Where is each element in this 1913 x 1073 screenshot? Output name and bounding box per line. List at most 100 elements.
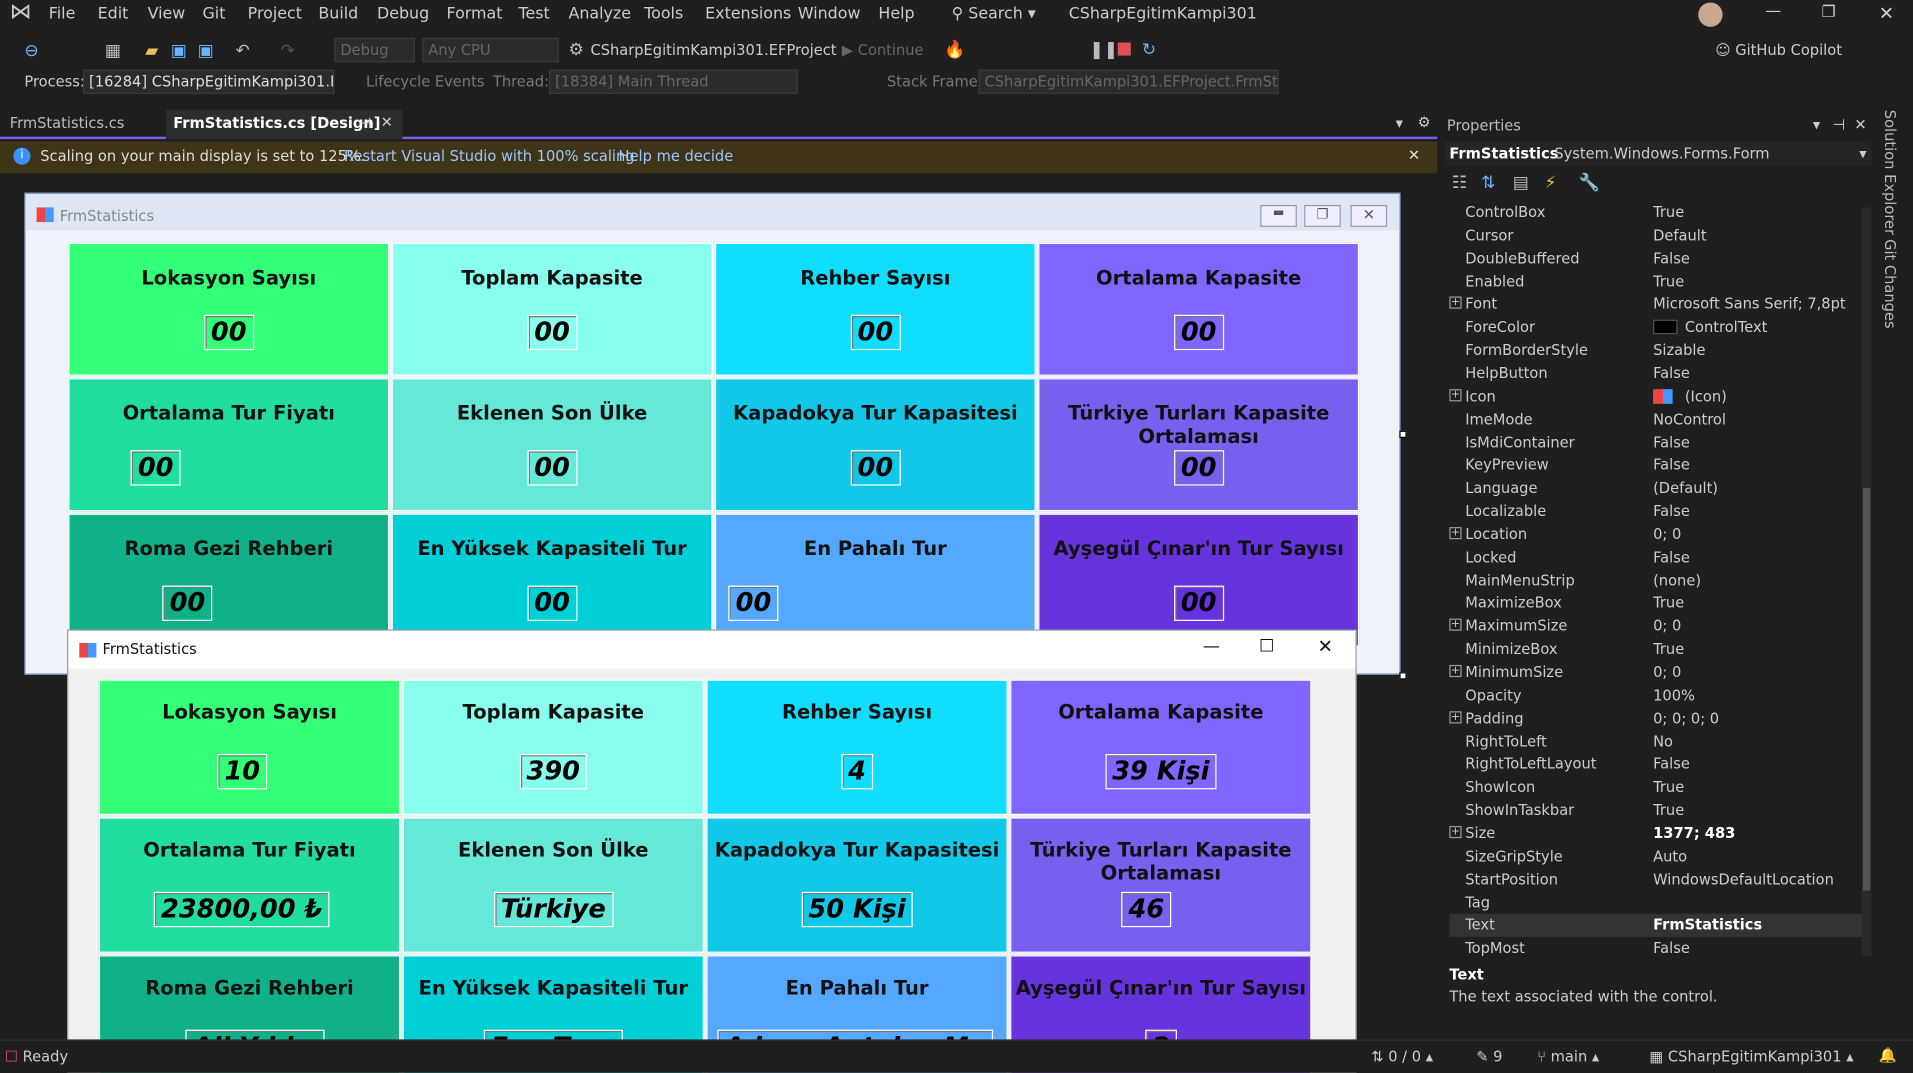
menu-format[interactable]: Format <box>447 5 503 23</box>
property-value[interactable]: 0; 0 <box>1653 618 1681 635</box>
pause-icon[interactable]: ❚❚ <box>1089 40 1118 60</box>
property-row[interactable]: Locked False <box>1449 546 1864 569</box>
property-row[interactable]: + Font Microsoft Sans Serif; 7,8pt <box>1449 293 1864 316</box>
property-row[interactable]: Language (Default) <box>1449 477 1864 500</box>
expand-icon[interactable]: + <box>1449 526 1462 540</box>
property-value[interactable]: 1377; 483 <box>1653 825 1735 842</box>
property-row[interactable]: Text FrmStatistics <box>1449 914 1865 938</box>
expand-icon[interactable]: + <box>1449 664 1462 678</box>
designer-form[interactable]: FrmStatistics ▬ ❐ ✕ Lokasyon Sayısı 00 Top… <box>24 192 1401 675</box>
property-value[interactable]: No <box>1653 733 1673 750</box>
git-changes-status[interactable]: ⇅ 0 / 0 ▴ <box>1371 1048 1433 1065</box>
property-row[interactable]: + Location 0; 0 <box>1449 523 1864 546</box>
property-row[interactable]: + MaximumSize 0; 0 <box>1449 615 1864 638</box>
menu-project[interactable]: Project <box>248 5 302 23</box>
configuration-dropdown[interactable]: Debug <box>334 37 415 63</box>
copilot-button[interactable]: ☺ GitHub Copilot <box>1715 41 1842 58</box>
property-row[interactable]: ShowIcon True <box>1449 776 1864 799</box>
property-row[interactable]: + Padding 0; 0; 0; 0 <box>1449 707 1864 730</box>
property-row[interactable]: ImeMode NoControl <box>1449 408 1864 431</box>
pin-icon[interactable]: ⊣ <box>359 115 372 132</box>
menu-build[interactable]: Build <box>318 5 358 23</box>
tab-design[interactable]: FrmStatistics.cs [Design] ⊣ ✕ <box>165 109 403 140</box>
menu-tools[interactable]: Tools <box>644 5 683 23</box>
property-value[interactable]: FrmStatistics <box>1653 917 1762 934</box>
startup-project-dropdown[interactable]: CSharpEgitimKampi301.EFProject <box>590 41 836 58</box>
property-scrollbar[interactable] <box>1861 207 1872 957</box>
menu-git[interactable]: Git <box>203 5 226 23</box>
property-row[interactable]: Tag <box>1449 891 1864 914</box>
events-icon[interactable]: ⚡ <box>1545 173 1557 193</box>
property-row[interactable]: + Icon (Icon) <box>1449 385 1864 408</box>
property-value[interactable]: Microsoft Sans Serif; 7,8pt <box>1653 296 1846 313</box>
property-row[interactable]: MainMenuStrip (none) <box>1449 569 1864 592</box>
categorized-icon[interactable]: ☷ <box>1452 173 1467 193</box>
property-value[interactable]: True <box>1653 779 1684 796</box>
continue-button[interactable]: ▶ Continue <box>842 41 924 58</box>
property-row[interactable]: Enabled True <box>1449 270 1864 293</box>
alphabetical-icon[interactable]: ⇅ <box>1481 173 1495 193</box>
property-value[interactable]: False <box>1653 434 1690 451</box>
menu-window[interactable]: Window <box>798 5 861 23</box>
property-row[interactable]: ShowInTaskbar True <box>1449 799 1864 822</box>
settings-icon[interactable]: ⚙ <box>1418 113 1431 130</box>
properties-pin-icon[interactable]: ⊣ <box>1832 116 1845 133</box>
property-value[interactable]: WindowsDefaultLocation <box>1653 871 1834 888</box>
search-button[interactable]: ⚲ Search ▾ <box>952 5 1036 23</box>
project-status[interactable]: ▦ CSharpEgitimKampi301 ▴ <box>1649 1048 1853 1065</box>
object-selector[interactable]: FrmStatistics System.Windows.Forms.Form … <box>1444 141 1872 166</box>
minimize-icon[interactable]: — <box>1765 2 1781 20</box>
menu-extensions[interactable]: Extensions <box>705 5 791 23</box>
stack-frame-dropdown[interactable]: CSharpEgitimKampi301.EFProject.FrmStat <box>978 69 1279 94</box>
property-value[interactable]: True <box>1653 595 1684 612</box>
close-icon[interactable]: ✕ <box>1879 2 1894 24</box>
runtime-maximize-icon[interactable]: ☐ <box>1259 637 1274 657</box>
expand-icon[interactable]: + <box>1449 296 1462 310</box>
property-row[interactable]: SizeGripStyle Auto <box>1449 845 1864 868</box>
runtime-close-icon[interactable]: ✕ <box>1318 636 1333 658</box>
redo-icon[interactable]: ↷ <box>281 41 295 61</box>
save-icon[interactable]: ▣ <box>171 41 187 61</box>
lifecycle-events[interactable]: Lifecycle Events <box>366 73 484 90</box>
menu-help[interactable]: Help <box>878 5 914 23</box>
property-value[interactable]: False <box>1653 365 1690 382</box>
property-value[interactable]: True <box>1653 273 1684 290</box>
property-row[interactable]: DoubleBuffered False <box>1449 247 1864 270</box>
property-value[interactable]: 100% <box>1653 687 1695 704</box>
property-value[interactable]: Sizable <box>1653 342 1705 359</box>
close-tab-icon[interactable]: ✕ <box>381 113 393 130</box>
property-row[interactable]: Localizable False <box>1449 500 1864 523</box>
property-row[interactable]: + MinimumSize 0; 0 <box>1449 661 1864 684</box>
tab-overflow-icon[interactable]: ▾ <box>1396 115 1403 132</box>
property-row[interactable]: RightToLeft No <box>1449 730 1864 753</box>
menu-test[interactable]: Test <box>519 5 550 23</box>
property-value[interactable]: False <box>1653 503 1690 520</box>
expand-icon[interactable]: + <box>1449 388 1462 402</box>
expand-icon[interactable]: + <box>1449 710 1462 724</box>
property-value[interactable]: 0; 0; 0; 0 <box>1653 710 1719 727</box>
menu-analyze[interactable]: Analyze <box>569 5 632 23</box>
stop-icon[interactable]: ■ <box>1116 39 1132 59</box>
dismiss-icon[interactable]: ✕ <box>1408 146 1420 163</box>
property-value[interactable]: (none) <box>1653 572 1701 589</box>
property-value[interactable]: False <box>1653 457 1690 474</box>
properties-icon[interactable]: ▤ <box>1513 173 1529 193</box>
property-value[interactable]: False <box>1653 940 1690 957</box>
property-value[interactable]: True <box>1653 641 1684 658</box>
thread-dropdown[interactable]: [18384] Main Thread <box>549 69 798 94</box>
property-value[interactable]: 0; 0 <box>1653 526 1681 543</box>
property-row[interactable]: HelpButton False <box>1449 362 1864 385</box>
runtime-minimize-icon[interactable]: — <box>1203 637 1220 657</box>
solution-explorer-tab[interactable]: Solution Explorer <box>1881 110 1898 235</box>
property-value[interactable]: Default <box>1653 227 1707 244</box>
property-row[interactable]: StartPosition WindowsDefaultLocation <box>1449 868 1864 891</box>
property-value[interactable]: False <box>1653 756 1690 773</box>
properties-dropdown-icon[interactable]: ▾ <box>1813 116 1820 133</box>
git-changes-tab[interactable]: Git Changes <box>1881 239 1898 328</box>
property-row[interactable]: ForeColor ControlText <box>1449 316 1864 339</box>
process-dropdown[interactable]: [16284] CSharpEgitimKampi301.EI <box>82 69 335 94</box>
edits-status[interactable]: ✎ 9 <box>1476 1048 1502 1065</box>
save-all-icon[interactable]: ▣ <box>198 41 214 61</box>
property-row[interactable]: MinimizeBox True <box>1449 638 1864 661</box>
resize-handle-corner[interactable] <box>1399 672 1407 680</box>
